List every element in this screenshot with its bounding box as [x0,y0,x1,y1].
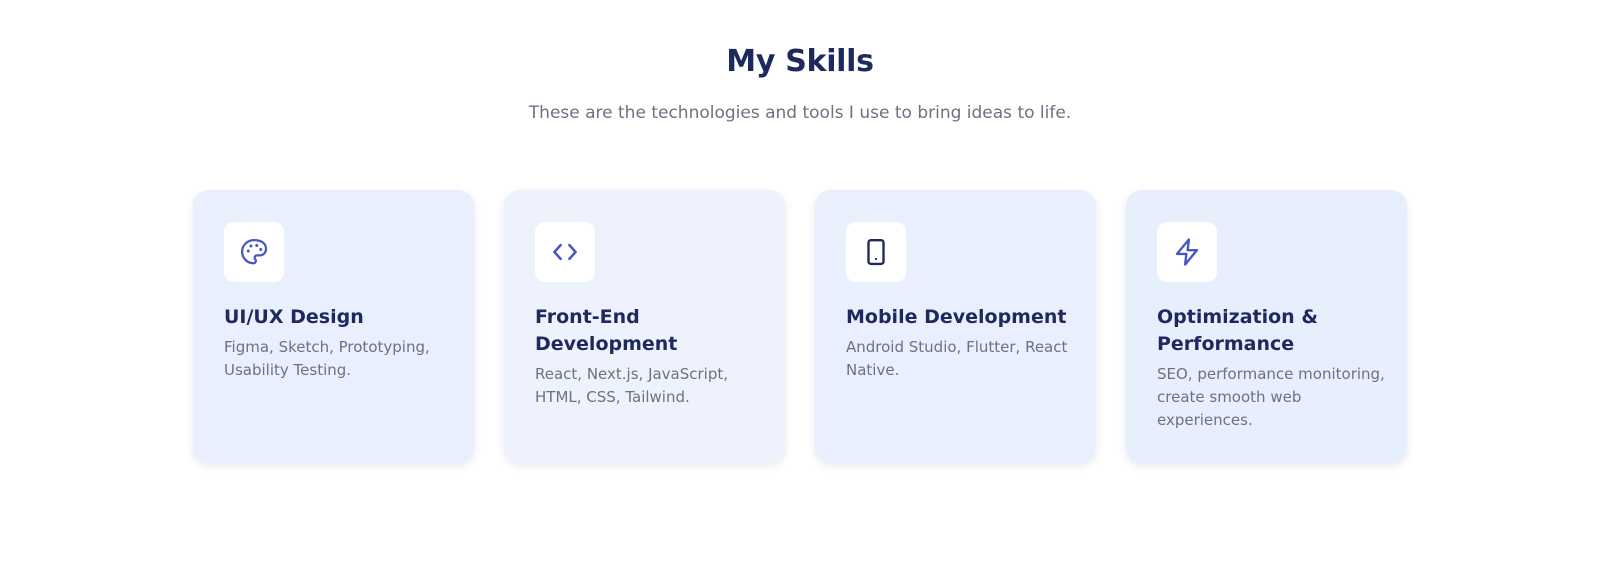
palette-icon [241,239,268,265]
skill-description: React, Next.js, JavaScript, HTML, CSS, T… [535,365,729,406]
skill-card-optimization: Optimization & Performance SEO, performa… [1126,190,1407,463]
skill-card-mobile: Mobile Development Android Studio, Flutt… [815,190,1096,463]
section-subtitle: These are the technologies and tools I u… [528,103,1072,123]
skill-title: UI/UX Design [224,306,364,328]
skill-description: SEO, performance monitoring, create smoo… [1157,365,1385,429]
skills-section: My Skills These are the technologies and… [0,0,1600,573]
skill-icon-box [846,222,906,282]
lightning-icon [1175,238,1199,266]
skill-title: Front-End Development [535,306,678,355]
skill-description: Android Studio, Flutter, React Native. [846,338,1068,379]
tablet-icon [867,238,885,266]
section-title: My Skills [726,44,874,79]
skill-title: Optimization & Performance [1157,306,1318,355]
skill-description: Figma, Sketch, Prototyping, Usability Te… [224,338,430,379]
skill-icon-box [535,222,595,282]
code-icon [553,243,577,261]
skills-grid: UI/UX Design Figma, Sketch, Prototyping,… [193,190,1407,463]
skill-icon-box [224,222,284,282]
skill-title: Mobile Development [846,306,1067,328]
skill-card-ui-ux: UI/UX Design Figma, Sketch, Prototyping,… [193,190,474,463]
skill-card-front-end: Front-End Development React, Next.js, Ja… [504,190,785,463]
skill-icon-box [1157,222,1217,282]
